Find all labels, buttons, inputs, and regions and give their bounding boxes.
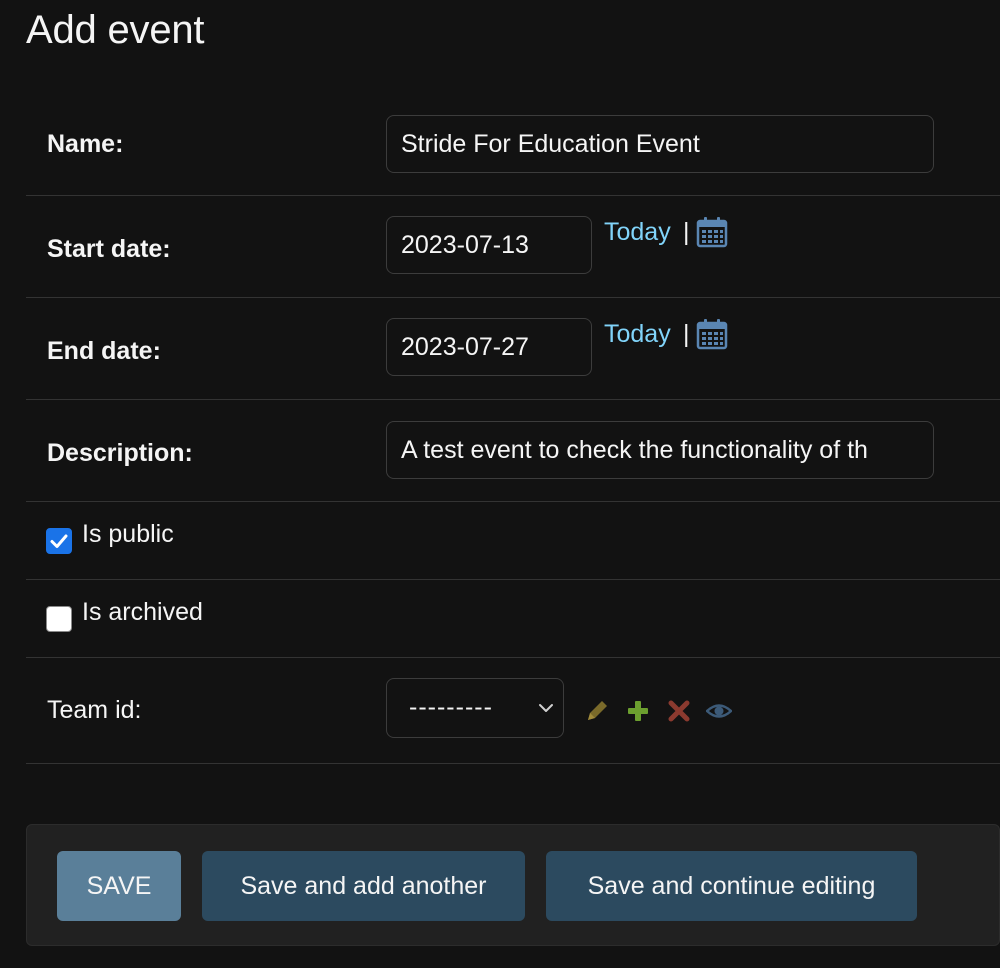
is-archived-checkbox[interactable]	[46, 606, 72, 632]
is-public-checkbox[interactable]	[46, 528, 72, 554]
form-row-team-id: Team id: ---------	[26, 658, 1000, 764]
delete-x-icon[interactable]	[666, 698, 692, 724]
end-date-input[interactable]: 2023-07-27	[386, 318, 592, 376]
add-plus-icon[interactable]	[625, 698, 651, 724]
save-and-add-another-button[interactable]: Save and add another	[202, 851, 525, 921]
name-label: Name:	[47, 130, 124, 158]
form-row-start-date: Start date: 2023-07-13 Today |	[26, 196, 1000, 298]
form-row-name: Name: Stride For Education Event	[26, 93, 1000, 196]
is-archived-label: Is archived	[82, 598, 203, 626]
is-public-label: Is public	[82, 520, 174, 548]
team-id-selected-value: ---------	[409, 693, 493, 721]
name-input[interactable]: Stride For Education Event	[386, 115, 934, 173]
calendar-icon[interactable]	[696, 216, 728, 248]
start-date-separator: |	[683, 218, 690, 246]
team-id-label: Team id:	[47, 696, 142, 724]
start-date-input[interactable]: 2023-07-13	[386, 216, 592, 274]
description-input[interactable]: A test event to check the functionality …	[386, 421, 934, 479]
page-title: Add event	[26, 8, 205, 52]
start-date-label: Start date:	[47, 235, 171, 263]
edit-pencil-icon[interactable]	[584, 698, 610, 724]
end-date-today-link[interactable]: Today	[604, 320, 671, 349]
form-row-is-archived: Is archived	[26, 580, 1000, 658]
form-row-end-date: End date: 2023-07-27 Today |	[26, 298, 1000, 400]
submit-row: SAVE Save and add another Save and conti…	[26, 824, 1000, 946]
chevron-down-icon	[539, 704, 553, 712]
calendar-icon[interactable]	[696, 318, 728, 350]
form-row-is-public: Is public	[26, 502, 1000, 580]
end-date-separator: |	[683, 320, 690, 348]
team-id-select[interactable]: ---------	[386, 678, 564, 738]
form-row-description: Description: A test event to check the f…	[26, 400, 1000, 502]
start-date-today-link[interactable]: Today	[604, 218, 671, 247]
add-event-page: Add event Name: Stride For Education Eve…	[0, 0, 1000, 968]
save-and-continue-editing-button[interactable]: Save and continue editing	[546, 851, 917, 921]
description-label: Description:	[47, 439, 193, 467]
end-date-label: End date:	[47, 337, 161, 365]
view-eye-icon[interactable]	[706, 698, 732, 724]
save-button[interactable]: SAVE	[57, 851, 181, 921]
checkmark-icon	[50, 534, 68, 548]
